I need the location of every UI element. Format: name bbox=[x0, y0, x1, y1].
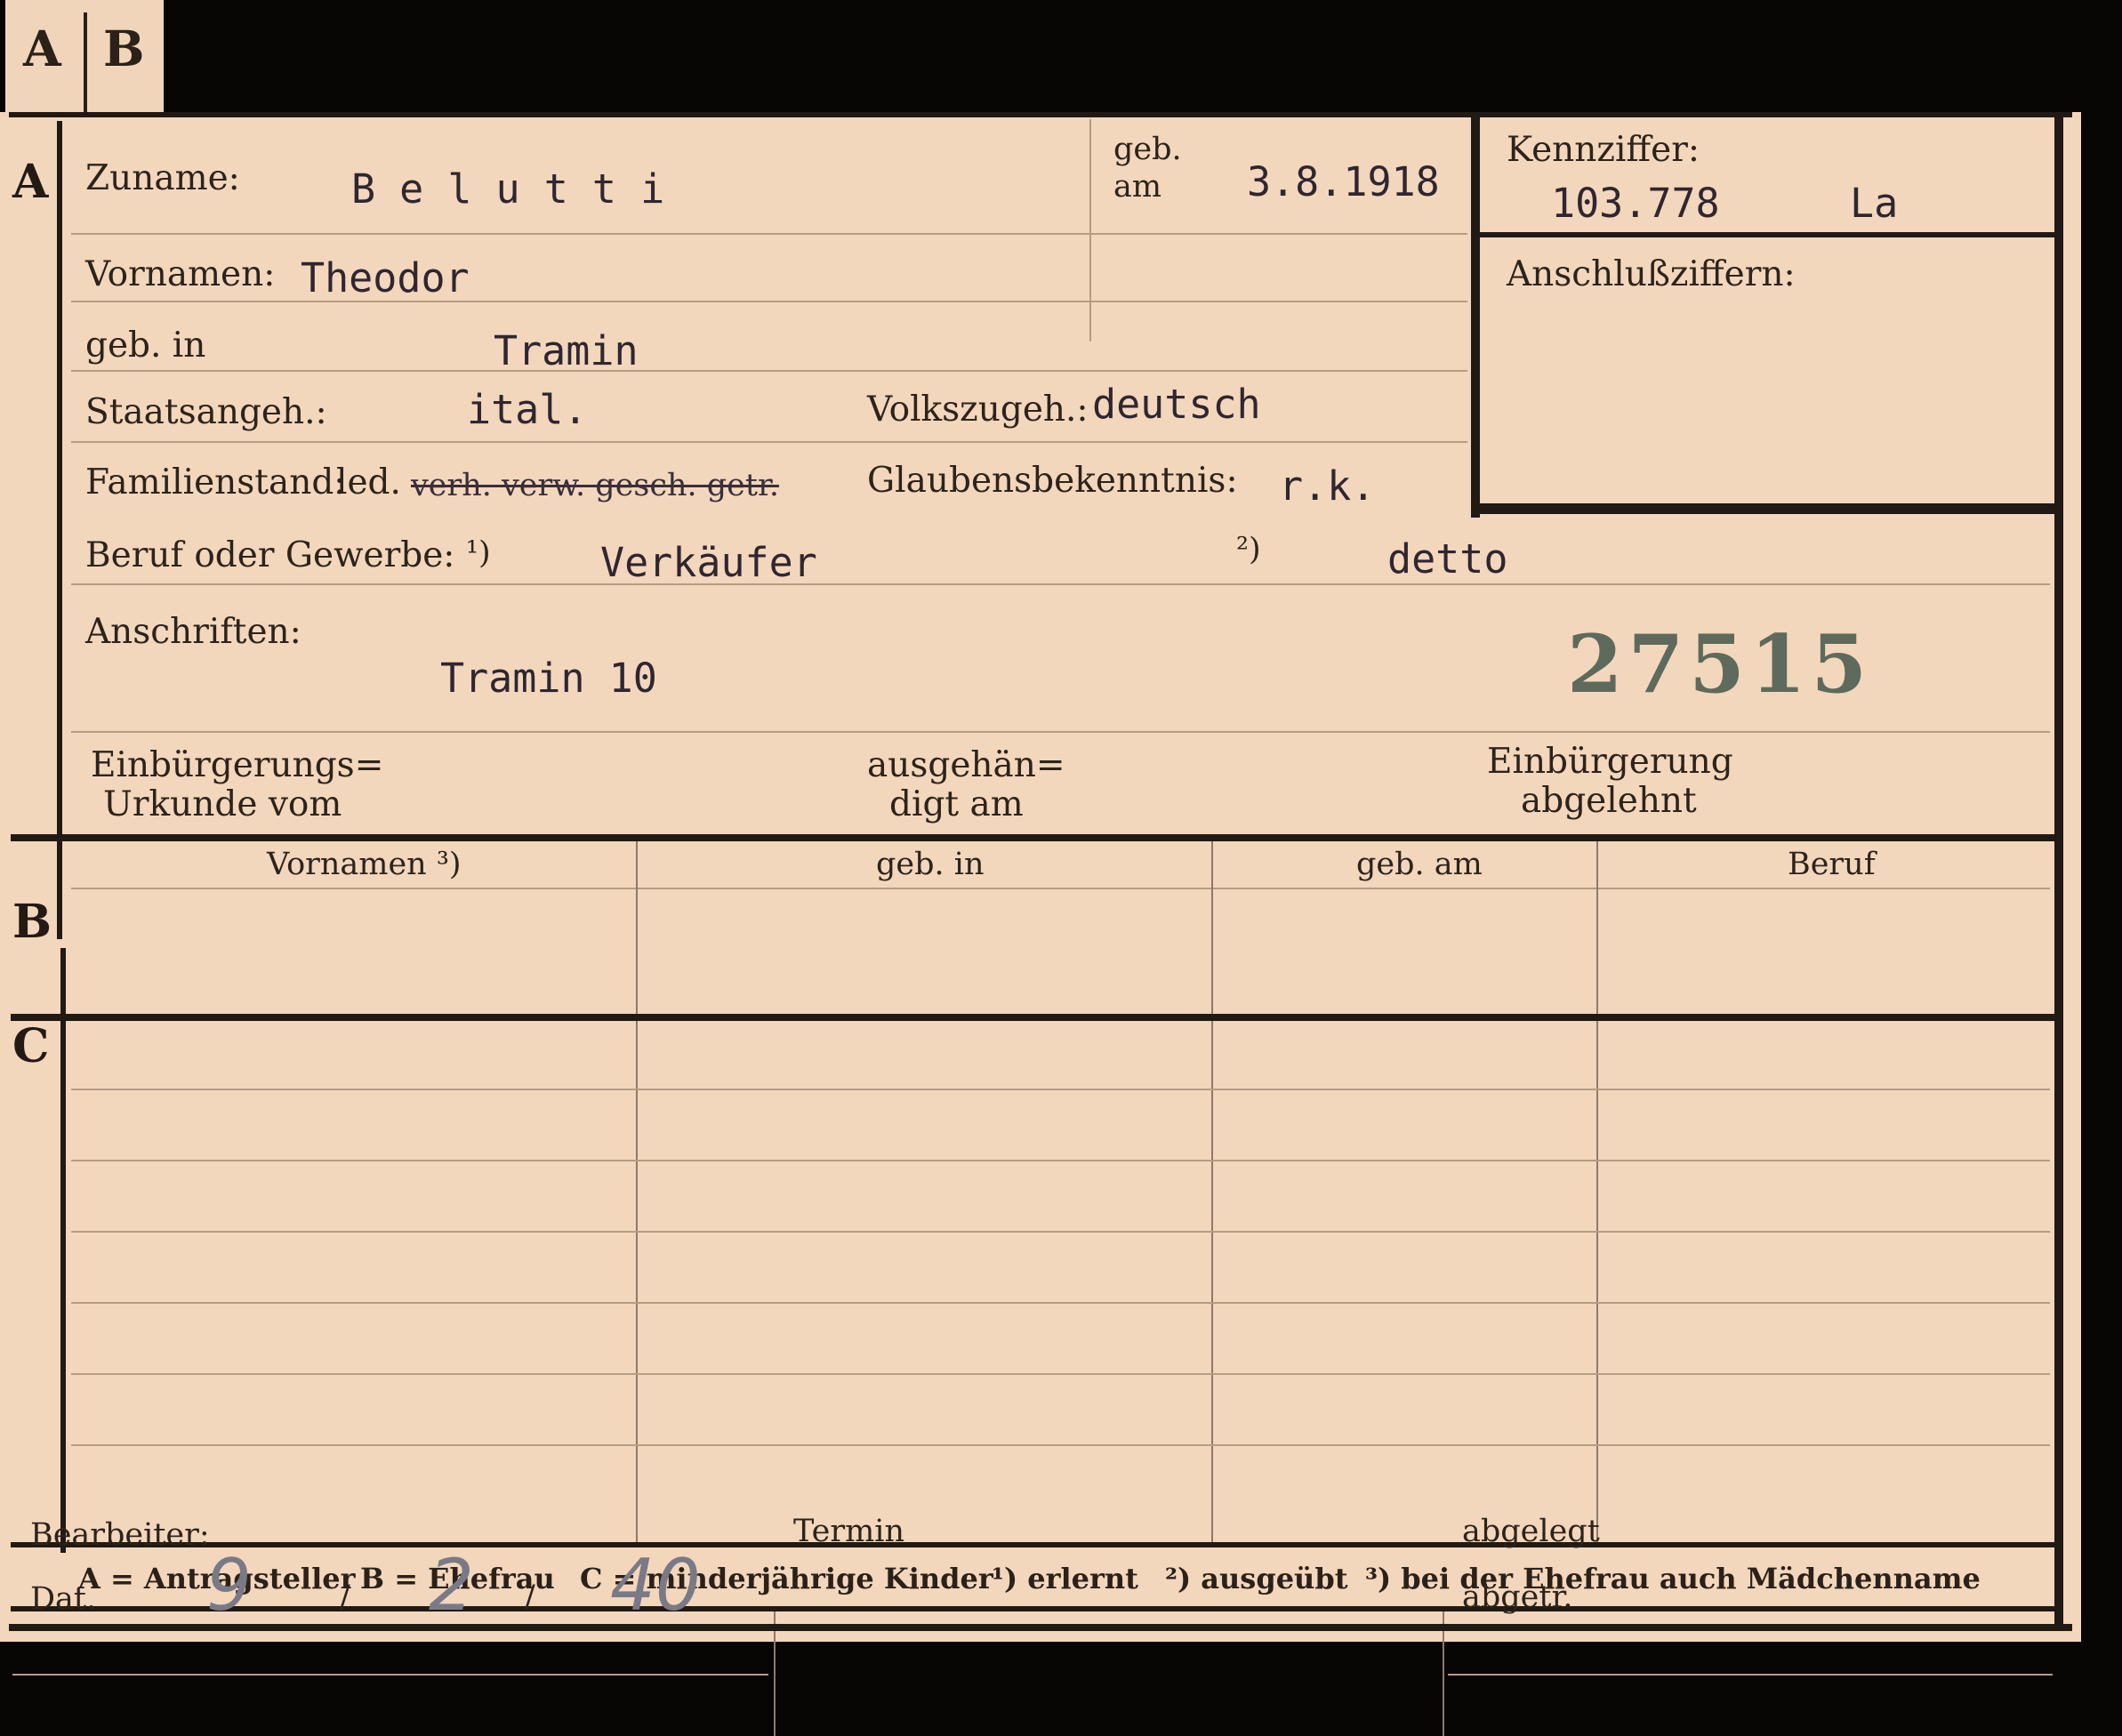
dat-label: Dat. bbox=[30, 1581, 97, 1617]
row-rule bbox=[71, 731, 2050, 733]
row-rule bbox=[71, 441, 1467, 443]
registration-card: A B C Zuname: B e l u t t i geb. am 3.8.… bbox=[0, 112, 2081, 1736]
anschriften-value: Tramin 10 bbox=[440, 655, 657, 702]
card-right-rule bbox=[2054, 112, 2063, 1624]
section-bc-rule bbox=[60, 948, 66, 1553]
staatsangeh-value: ital. bbox=[467, 386, 588, 433]
geb-in-value: Tramin bbox=[494, 327, 639, 374]
footer-row-rule bbox=[1448, 1674, 2053, 1676]
anschriften-label: Anschriften: bbox=[85, 612, 301, 652]
table-row bbox=[71, 1444, 2050, 1446]
table-row bbox=[71, 1089, 2050, 1090]
legend-note-3: ³) bei der Ehefrau auch Mädchenname bbox=[1365, 1562, 1981, 1595]
vornamen-label: Vornamen: bbox=[85, 254, 276, 294]
dat-day: 9 bbox=[206, 1544, 252, 1627]
einb-abgelehnt-label-2: abgelehnt bbox=[1521, 781, 1697, 821]
index-tab: A B bbox=[5, 0, 164, 116]
dat-slash-2: / bbox=[525, 1579, 535, 1615]
table-header-rule bbox=[71, 888, 2050, 889]
dat-month: 2 bbox=[429, 1544, 474, 1627]
dat-year: 40 bbox=[610, 1544, 701, 1627]
section-ab-rule bbox=[11, 834, 2056, 841]
table-row bbox=[71, 1302, 2050, 1304]
staatsangeh-label: Staatsangeh.: bbox=[85, 392, 327, 432]
legend-note-2: ²) ausgeübt bbox=[1165, 1562, 1348, 1595]
einb-urkunde-label-2: Urkunde vom bbox=[103, 784, 342, 824]
legend-top-rule bbox=[11, 1542, 2056, 1547]
dat-slash-1: / bbox=[340, 1579, 350, 1615]
legend-note-1: ¹) erlernt bbox=[992, 1562, 1138, 1595]
section-a-rule bbox=[57, 121, 62, 939]
ausgehaendigt-label-1: ausgehän= bbox=[867, 745, 1065, 785]
geb-am-divider bbox=[1089, 119, 1091, 342]
stamp-number: 27515 bbox=[1567, 617, 1873, 711]
zuname-label: Zuname: bbox=[85, 158, 240, 198]
col-vornamen: Vornamen ³) bbox=[267, 847, 462, 882]
tab-divider bbox=[84, 12, 87, 112]
beruf-label: Beruf oder Gewerbe: bbox=[85, 535, 455, 575]
vornamen-value: Theodor bbox=[301, 254, 470, 301]
familienstand-struck: verh. verw. gesch. getr. bbox=[411, 468, 779, 503]
section-a-marker: A bbox=[12, 155, 49, 209]
familienstand-label: Familienstand: bbox=[85, 462, 346, 502]
geb-am-label-1: geb. bbox=[1113, 132, 1182, 167]
bearbeiter-label: Bearbeiter: bbox=[30, 1517, 210, 1553]
row-rule bbox=[71, 301, 1467, 302]
beruf-mark-1: ¹) bbox=[466, 535, 491, 571]
termin-label: Termin bbox=[793, 1514, 904, 1549]
kennziffer-box-bottom bbox=[1476, 503, 2054, 514]
row-rule bbox=[71, 233, 1467, 235]
kennziffer-box-divider bbox=[1476, 232, 2054, 237]
abgetr-label: abgetr. bbox=[1462, 1579, 1573, 1615]
einb-abgelehnt-label-1: Einbürgerung bbox=[1487, 742, 1733, 782]
footer-row-rule bbox=[12, 1674, 768, 1676]
kennziffer-box-left bbox=[1471, 117, 1480, 518]
col-divider bbox=[1211, 841, 1213, 1544]
anschluss-label: Anschlußziffern: bbox=[1507, 254, 1796, 294]
row-rule bbox=[71, 370, 1467, 372]
ausgehaendigt-label-2: digt am bbox=[889, 784, 1024, 824]
col-geb-am: geb. am bbox=[1356, 847, 1483, 882]
tab-letter-a: A bbox=[23, 20, 61, 77]
beruf-mark-2: ²) bbox=[1236, 532, 1261, 567]
legend-bottom-rule bbox=[11, 1606, 2056, 1611]
glaube-label: Glaubensbekenntnis: bbox=[867, 461, 1238, 501]
card-top-rule bbox=[9, 112, 2072, 117]
table-row bbox=[71, 1373, 2050, 1375]
beruf-value-2: detto bbox=[1387, 535, 1508, 583]
geb-in-label: geb. in bbox=[85, 326, 206, 366]
section-c-marker: C bbox=[12, 1019, 50, 1073]
volkszugeh-label: Volkszugeh.: bbox=[867, 390, 1089, 430]
section-bc-separator bbox=[11, 1014, 2056, 1021]
table-row bbox=[71, 1160, 2050, 1161]
geb-am-value: 3.8.1918 bbox=[1247, 158, 1440, 205]
glaube-value: r.k. bbox=[1279, 462, 1376, 510]
row-rule bbox=[71, 583, 2050, 585]
section-b-marker: B bbox=[12, 895, 52, 949]
col-geb-in: geb. in bbox=[876, 847, 985, 882]
kennziffer-label: Kennziffer: bbox=[1507, 130, 1700, 170]
tab-letter-b: B bbox=[103, 20, 145, 77]
col-beruf: Beruf bbox=[1788, 847, 1876, 882]
volkszugeh-value: deutsch bbox=[1092, 381, 1261, 428]
col-divider bbox=[636, 841, 638, 1544]
card-bottom-rule bbox=[9, 1624, 2072, 1631]
einb-urkunde-label-1: Einbürgerungs= bbox=[91, 745, 384, 785]
table-row bbox=[71, 1231, 2050, 1233]
zuname-value: B e l u t t i bbox=[351, 165, 665, 213]
familienstand-kept: led. bbox=[336, 462, 401, 502]
beruf-value-1: Verkäufer bbox=[600, 539, 817, 586]
kennziffer-value: 103.778 bbox=[1551, 180, 1720, 227]
col-divider bbox=[1596, 841, 1598, 1544]
abgelegt-label: abgelegt bbox=[1462, 1514, 1600, 1549]
geb-am-label-2: am bbox=[1113, 169, 1162, 205]
kennziffer-suffix: La bbox=[1850, 180, 1899, 227]
